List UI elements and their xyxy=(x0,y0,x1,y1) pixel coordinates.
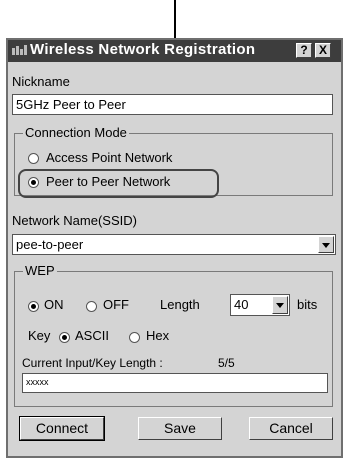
title-bar: Wireless Network Registration ? X xyxy=(8,40,341,62)
ssid-dropdown-arrow-icon[interactable] xyxy=(318,236,334,253)
ascii-radio[interactable] xyxy=(59,332,70,343)
length-label: Length xyxy=(160,297,200,312)
network-icon xyxy=(12,45,27,55)
ssid-label: Network Name(SSID) xyxy=(12,213,137,228)
nickname-label: Nickname xyxy=(12,74,70,89)
hex-label: Hex xyxy=(146,328,170,343)
ssid-value: pee-to-peer xyxy=(16,237,84,252)
help-button[interactable]: ? xyxy=(296,43,312,58)
length-dropdown[interactable]: 40 xyxy=(230,294,290,316)
nickname-input[interactable]: 5GHz Peer to Peer xyxy=(12,94,333,115)
length-dropdown-arrow-icon[interactable] xyxy=(272,296,288,314)
dialog-window: Wireless Network Registration ? X Nickna… xyxy=(6,38,343,458)
window-title: Wireless Network Registration xyxy=(30,41,256,58)
current-length-value: 5/5 xyxy=(218,356,235,370)
save-button[interactable]: Save xyxy=(138,417,222,440)
connect-button[interactable]: Connect xyxy=(19,416,105,441)
access-point-radio[interactable] xyxy=(28,153,39,164)
current-length-label: Current Input/Key Length : xyxy=(22,356,163,370)
key-label: Key xyxy=(28,328,51,343)
bits-label: bits xyxy=(297,297,318,312)
wep-off-label: OFF xyxy=(103,297,129,312)
hex-radio[interactable] xyxy=(129,332,140,343)
ascii-label: ASCII xyxy=(75,328,109,343)
peer-to-peer-label: Peer to Peer Network xyxy=(46,174,171,189)
access-point-label: Access Point Network xyxy=(46,150,173,165)
peer-to-peer-radio[interactable] xyxy=(28,177,39,188)
close-button[interactable]: X xyxy=(315,43,331,58)
ssid-dropdown[interactable]: pee-to-peer xyxy=(12,234,336,255)
cancel-button[interactable]: Cancel xyxy=(249,417,333,440)
wep-key-input[interactable]: xxxxx xyxy=(22,373,328,393)
wep-on-radio[interactable] xyxy=(28,301,39,312)
wep-on-label: ON xyxy=(44,297,64,312)
wep-legend: WEP xyxy=(23,263,57,279)
connection-mode-legend: Connection Mode xyxy=(23,125,129,141)
wep-off-radio[interactable] xyxy=(86,301,97,312)
length-value: 40 xyxy=(234,297,249,312)
